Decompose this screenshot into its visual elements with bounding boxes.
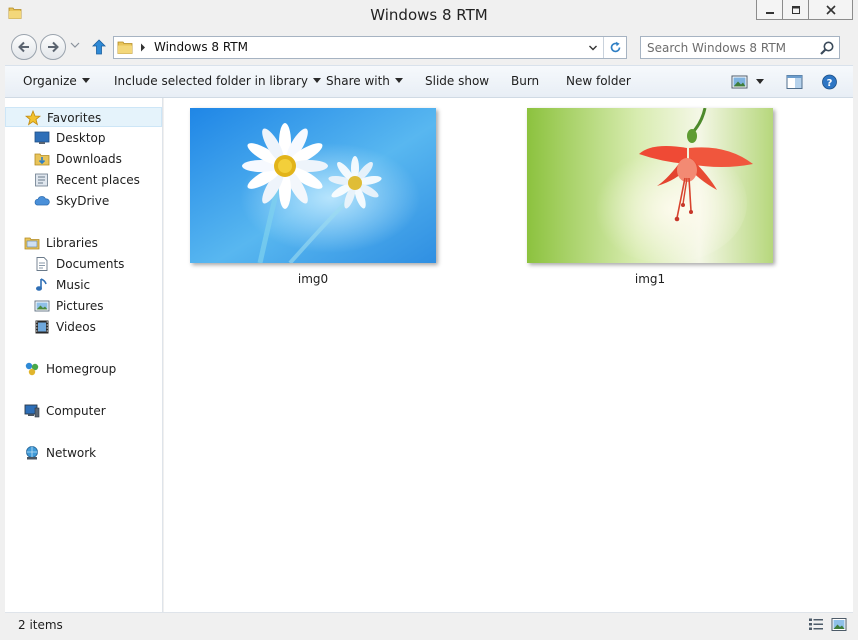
skydrive-icon bbox=[34, 196, 50, 206]
title-bar: Windows 8 RTM bbox=[0, 0, 858, 30]
nav-network-label: Network bbox=[46, 446, 97, 460]
nav-downloads-label: Downloads bbox=[56, 152, 122, 166]
command-bar: Organize Include selected folder in libr… bbox=[5, 65, 853, 98]
preview-pane-icon[interactable] bbox=[786, 74, 803, 90]
homegroup-icon bbox=[25, 362, 39, 376]
nav-documents[interactable]: Documents bbox=[5, 254, 162, 274]
music-icon bbox=[36, 278, 47, 291]
nav-recent-places-label: Recent places bbox=[56, 173, 140, 187]
share-with-menu[interactable]: Share with bbox=[326, 74, 403, 88]
pictures-icon bbox=[34, 300, 50, 312]
nav-desktop-label: Desktop bbox=[56, 131, 106, 145]
new-folder-button[interactable]: New folder bbox=[566, 74, 631, 88]
maximize-icon bbox=[791, 5, 800, 14]
nav-pictures[interactable]: Pictures bbox=[5, 296, 162, 316]
downloads-folder-icon bbox=[34, 153, 50, 166]
nav-homegroup[interactable]: Homegroup bbox=[5, 359, 162, 379]
libraries-icon bbox=[24, 237, 40, 250]
nav-music-label: Music bbox=[56, 278, 91, 292]
refresh-icon bbox=[610, 41, 620, 53]
daisy-on-blue-thumbnail[interactable] bbox=[190, 108, 436, 263]
search-input[interactable] bbox=[647, 39, 812, 56]
help-icon[interactable]: ? bbox=[821, 74, 838, 90]
forward-arrow-icon bbox=[48, 41, 59, 53]
back-button[interactable] bbox=[11, 34, 37, 60]
breadcrumb-separator-icon[interactable] bbox=[140, 43, 146, 52]
forward-button[interactable] bbox=[40, 34, 66, 60]
include-in-library-menu[interactable]: Include selected folder in library bbox=[114, 74, 321, 88]
red-fuchsia-on-green-thumbnail[interactable] bbox=[527, 108, 773, 263]
nav-recent-places[interactable]: Recent places bbox=[5, 170, 162, 190]
nav-desktop[interactable]: Desktop bbox=[5, 128, 162, 148]
chevron-down-icon[interactable] bbox=[70, 40, 80, 50]
nav-downloads[interactable]: Downloads bbox=[5, 149, 162, 169]
file-name[interactable]: img0 bbox=[190, 272, 436, 286]
minimize-icon bbox=[765, 11, 774, 14]
nav-music[interactable]: Music bbox=[5, 275, 162, 295]
caret-down-icon bbox=[394, 78, 403, 83]
recent-places-icon bbox=[35, 173, 48, 187]
close-icon bbox=[825, 4, 836, 15]
change-view-icon[interactable] bbox=[731, 74, 748, 90]
details-view-icon[interactable] bbox=[808, 617, 824, 632]
large-icons-view-icon[interactable] bbox=[831, 617, 847, 632]
nav-libraries[interactable]: Libraries bbox=[5, 233, 162, 253]
up-arrow-icon[interactable] bbox=[91, 38, 107, 56]
file-list[interactable]: img0 img1 bbox=[164, 98, 853, 612]
nav-skydrive-label: SkyDrive bbox=[56, 194, 110, 208]
computer-icon bbox=[24, 404, 40, 418]
address-history-button[interactable] bbox=[584, 37, 602, 58]
caret-down-icon bbox=[312, 78, 321, 83]
close-button[interactable] bbox=[808, 0, 853, 20]
breadcrumb-current[interactable]: Windows 8 RTM bbox=[154, 40, 248, 54]
include-in-library-label: Include selected folder in library bbox=[114, 74, 308, 88]
folder-icon bbox=[117, 41, 133, 54]
file-item[interactable]: img0 bbox=[190, 108, 440, 288]
organize-menu[interactable]: Organize bbox=[23, 74, 90, 88]
nav-network[interactable]: Network bbox=[5, 443, 162, 463]
refresh-button[interactable] bbox=[603, 37, 626, 58]
maximize-button[interactable] bbox=[782, 0, 809, 20]
network-icon bbox=[26, 446, 38, 460]
nav-pictures-label: Pictures bbox=[56, 299, 104, 313]
status-bar: 2 items bbox=[5, 612, 853, 636]
svg-text:?: ? bbox=[827, 78, 833, 89]
search-box[interactable] bbox=[640, 36, 840, 59]
caret-down-icon bbox=[81, 78, 90, 83]
navigation-bar: Windows 8 RTM bbox=[0, 30, 858, 64]
nav-favorites[interactable]: Favorites bbox=[5, 107, 162, 127]
minimize-button[interactable] bbox=[756, 0, 783, 20]
nav-videos[interactable]: Videos bbox=[5, 317, 162, 337]
slide-show-button[interactable]: Slide show bbox=[425, 74, 489, 88]
nav-libraries-label: Libraries bbox=[46, 236, 98, 250]
search-icon[interactable] bbox=[819, 40, 835, 56]
window-title: Windows 8 RTM bbox=[370, 6, 488, 24]
nav-computer[interactable]: Computer bbox=[5, 401, 162, 421]
navigation-pane: Favorites Desktop Downloads Recent place… bbox=[5, 98, 163, 612]
nav-videos-label: Videos bbox=[56, 320, 96, 334]
burn-button[interactable]: Burn bbox=[511, 74, 539, 88]
view-options-caret-icon[interactable] bbox=[756, 79, 764, 84]
documents-icon bbox=[36, 257, 48, 271]
nav-documents-label: Documents bbox=[56, 257, 125, 271]
item-count: 2 items bbox=[18, 618, 63, 632]
address-bar[interactable]: Windows 8 RTM bbox=[113, 36, 627, 59]
share-with-label: Share with bbox=[326, 74, 390, 88]
nav-computer-label: Computer bbox=[46, 404, 106, 418]
star-icon bbox=[25, 110, 41, 126]
chevron-down-icon bbox=[589, 45, 597, 50]
back-arrow-icon bbox=[18, 41, 29, 53]
file-item[interactable]: img1 bbox=[527, 108, 777, 288]
videos-icon bbox=[35, 320, 49, 334]
organize-label: Organize bbox=[23, 74, 77, 88]
nav-skydrive[interactable]: SkyDrive bbox=[5, 191, 162, 211]
desktop-icon bbox=[34, 131, 50, 144]
file-name[interactable]: img1 bbox=[527, 272, 773, 286]
nav-favorites-label: Favorites bbox=[47, 111, 102, 125]
nav-homegroup-label: Homegroup bbox=[46, 362, 117, 376]
